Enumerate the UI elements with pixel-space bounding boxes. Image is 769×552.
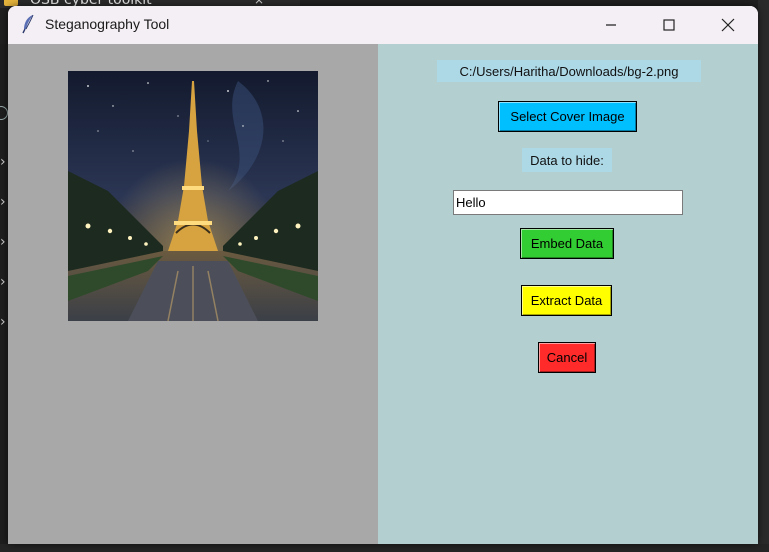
steganography-window: Steganography Tool C:/Users/Haritha/Down… [8, 6, 758, 544]
close-button[interactable] [700, 6, 756, 44]
chevron-right-icon[interactable]: › [0, 155, 6, 169]
select-cover-image-button[interactable]: Select Cover Image [498, 101, 637, 132]
cancel-button[interactable]: Cancel [538, 342, 596, 373]
background-window-edge [758, 0, 769, 552]
chevron-right-icon[interactable]: › [0, 235, 6, 249]
embed-data-button[interactable]: Embed Data [520, 228, 614, 259]
selected-file-path: C:/Users/Haritha/Downloads/bg-2.png [437, 60, 701, 82]
maximize-icon [663, 19, 675, 31]
data-to-hide-label: Data to hide: [522, 148, 612, 172]
image-preview-pane [8, 44, 378, 544]
minimize-icon [606, 24, 616, 26]
minimize-button[interactable] [583, 6, 639, 44]
title-bar[interactable]: Steganography Tool [8, 6, 758, 44]
extract-data-button[interactable]: Extract Data [521, 285, 612, 316]
controls-pane: C:/Users/Haritha/Downloads/bg-2.png Sele… [378, 44, 758, 544]
maximize-button[interactable] [641, 6, 697, 44]
background-taskbar-edge [0, 544, 769, 552]
close-icon [721, 18, 735, 32]
chevron-right-icon[interactable]: › [0, 195, 6, 209]
cover-image-preview [68, 71, 318, 321]
window-title: Steganography Tool [45, 16, 170, 32]
chevron-right-icon[interactable]: › [0, 315, 6, 329]
chevron-right-icon[interactable]: › [0, 275, 6, 289]
feather-icon [22, 14, 34, 34]
background-sidebar [0, 44, 8, 552]
data-to-hide-input[interactable] [453, 190, 683, 215]
